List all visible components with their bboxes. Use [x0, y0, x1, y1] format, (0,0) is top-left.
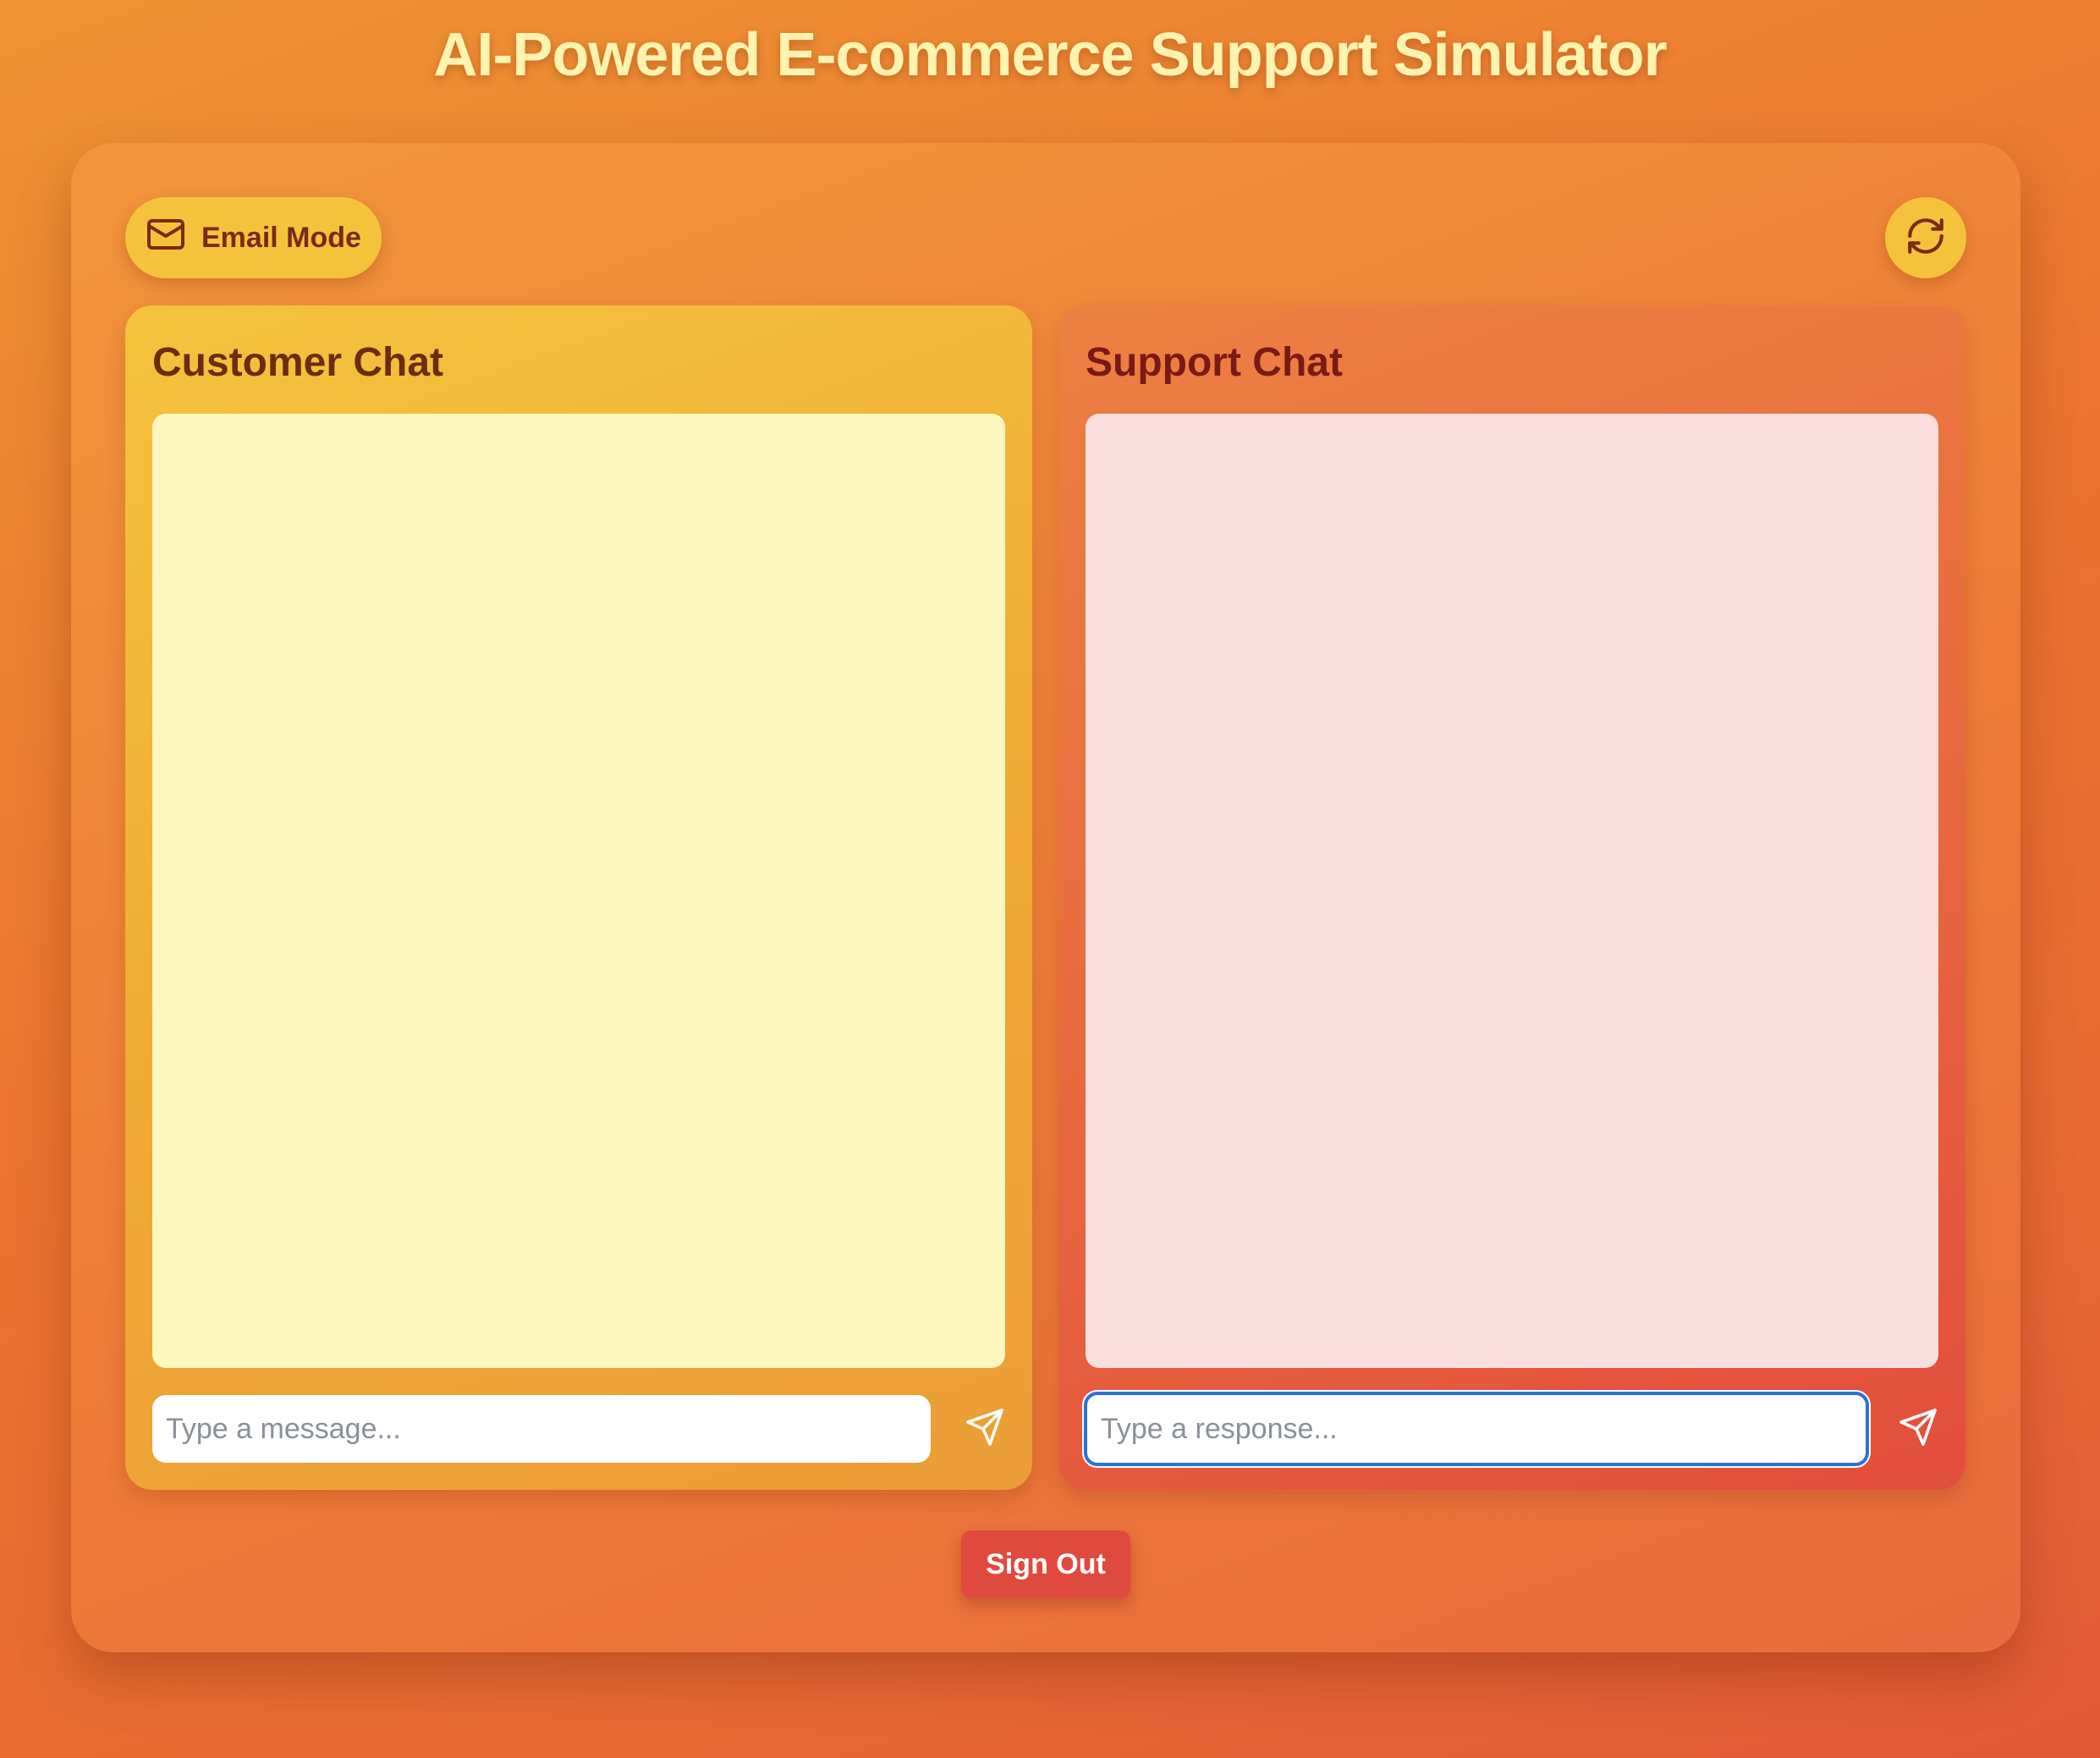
- email-mode-label: Email Mode: [201, 221, 361, 254]
- refresh-icon: [1905, 215, 1947, 261]
- support-chat-title: Support Chat: [1086, 340, 1343, 385]
- sign-out-button[interactable]: Sign Out: [961, 1530, 1130, 1598]
- support-send-button[interactable]: [1884, 1395, 1952, 1463]
- customer-messages-area[interactable]: [152, 414, 1005, 1368]
- mail-icon: [146, 214, 186, 262]
- refresh-button[interactable]: [1885, 197, 1966, 278]
- support-messages-area[interactable]: [1086, 414, 1938, 1368]
- simulator-card: Email Mode Customer Chat Support Chat: [71, 143, 2020, 1652]
- support-response-input[interactable]: [1084, 1392, 1869, 1466]
- customer-send-button[interactable]: [951, 1395, 1019, 1463]
- send-icon: [1898, 1407, 1938, 1452]
- email-mode-button[interactable]: Email Mode: [125, 197, 382, 278]
- send-icon: [965, 1407, 1005, 1452]
- customer-chat-panel: Customer Chat: [125, 305, 1032, 1490]
- support-chat-panel: Support Chat: [1058, 305, 1965, 1490]
- page-title: AI-Powered E-commerce Support Simulator: [433, 21, 1667, 89]
- customer-message-input[interactable]: [152, 1395, 931, 1463]
- customer-chat-title: Customer Chat: [152, 340, 444, 385]
